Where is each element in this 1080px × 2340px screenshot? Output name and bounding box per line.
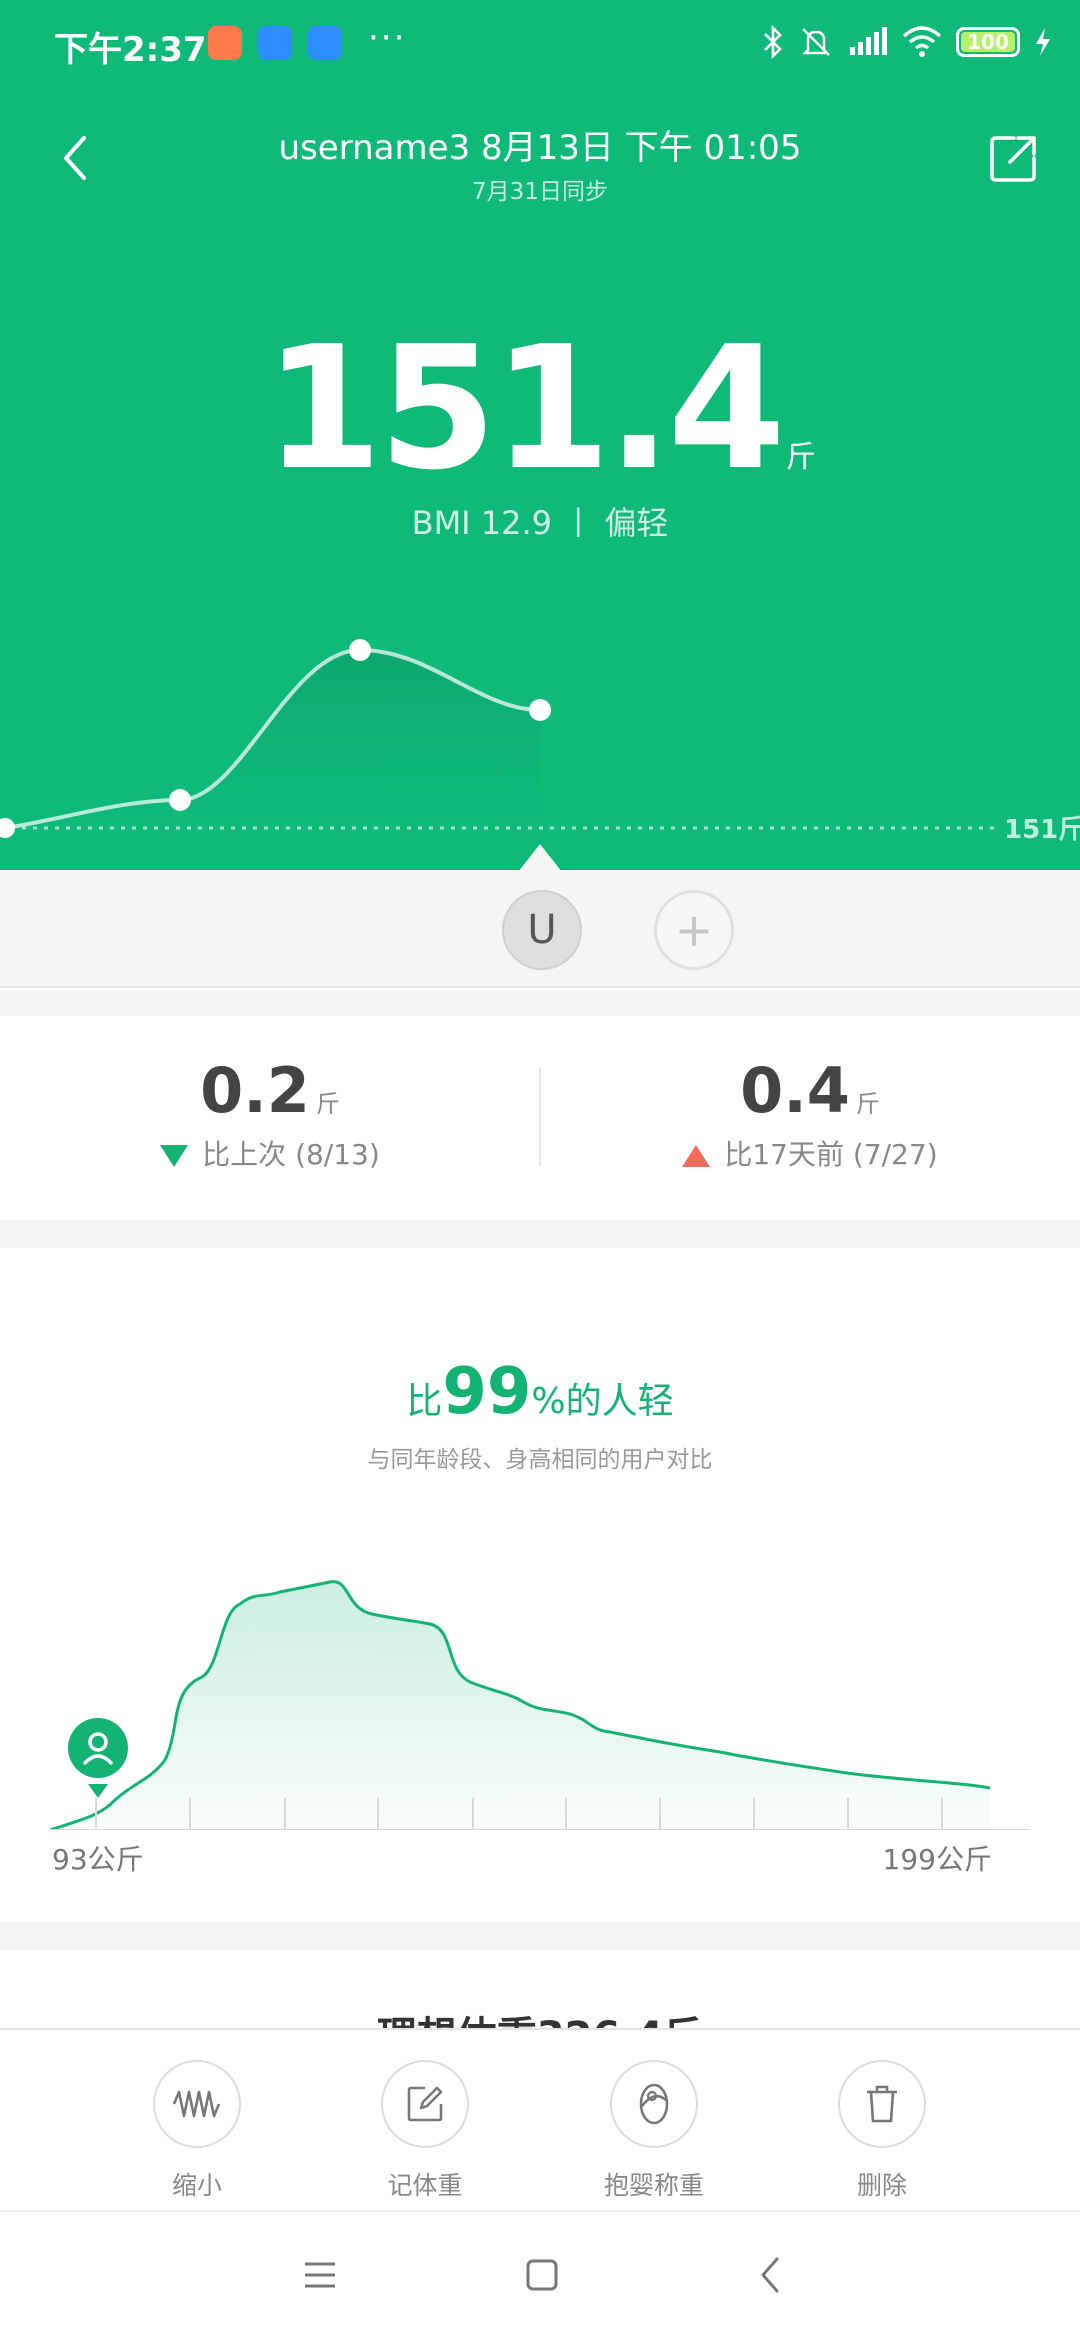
percentile-headline: 比99%的人轻: [0, 1355, 1080, 1429]
bmi-status: BMI 12.9 丨 偏轻: [411, 504, 669, 542]
distribution-min-label: 93公斤: [52, 1843, 144, 1876]
delete-button[interactable]: 删除: [812, 2060, 952, 2202]
compare-unit: 斤: [855, 1090, 880, 1118]
trend-point-selected[interactable]: [529, 699, 551, 721]
user-selector: U +: [0, 870, 1080, 988]
status-bar: 下午2:37 ··· 100: [0, 0, 1080, 90]
user-location-icon: [68, 1718, 128, 1798]
ideal-weight: 理想体重326.4斤: [0, 2004, 1080, 2028]
share-icon[interactable]: [988, 132, 1040, 184]
home-icon[interactable]: [512, 2250, 572, 2300]
compare-number: 0.2: [200, 1054, 310, 1127]
messenger-icon: [308, 26, 342, 60]
charging-icon: [1036, 28, 1050, 56]
status-time: 下午2:37: [54, 30, 207, 70]
compare-text: 比上次 (8/13): [202, 1138, 380, 1171]
user-avatar[interactable]: U: [502, 890, 582, 970]
distribution-max-label: 199公斤: [882, 1843, 992, 1876]
compare-label: 比17天前 (7/27): [540, 1133, 1080, 1173]
back-nav-icon[interactable]: [740, 2250, 800, 2300]
bluetooth-icon: [764, 25, 782, 59]
wave-icon: [153, 2060, 241, 2148]
toolbar-label: 删除: [856, 2171, 907, 2200]
compare-17-days: 0.4 斤 比17天前 (7/27): [540, 1018, 1080, 1218]
compare-value: 0.2 斤: [0, 1054, 540, 1127]
baby-icon: [610, 2060, 698, 2148]
wifi-icon: [902, 26, 942, 57]
signal-icon: [850, 27, 887, 55]
percentile-prefix: 比: [406, 1381, 443, 1422]
toolbar-label: 抱婴称重: [603, 2171, 704, 2200]
battery-level: 100: [967, 30, 1009, 54]
distribution-area: [50, 1581, 990, 1830]
compare-value: 0.4 斤: [540, 1054, 1080, 1127]
mute-icon: [802, 28, 830, 56]
zoom-out-button[interactable]: 缩小: [127, 2060, 267, 2202]
trend-point[interactable]: [169, 789, 191, 811]
percentile-value: 99: [442, 1355, 532, 1429]
trash-icon: [838, 2060, 926, 2148]
action-toolbar: 缩小 记体重 抱婴称重 删除: [0, 2028, 1080, 2212]
baseline-label: 151斤: [1004, 815, 1080, 845]
compare-label: 比上次 (8/13): [0, 1133, 540, 1173]
record-title: username3 8月13日 下午 01:05: [278, 128, 802, 168]
more-notifications-icon: ···: [368, 18, 407, 58]
divider: [0, 1922, 1080, 1950]
toolbar-label: 缩小: [171, 2171, 222, 2200]
add-user-button[interactable]: +: [654, 890, 734, 970]
compare-number: 0.4: [740, 1054, 850, 1127]
edit-icon: [381, 2060, 469, 2148]
baby-weigh-button[interactable]: 抱婴称重: [584, 2060, 724, 2202]
percentile-suffix: %的人轻: [531, 1381, 674, 1422]
sync-date: 7月31日同步: [472, 179, 608, 205]
trend-point[interactable]: [349, 639, 371, 661]
record-weight-button[interactable]: 记体重: [355, 2060, 495, 2202]
weight-unit: 斤: [785, 440, 816, 475]
decrease-arrow-icon: [160, 1145, 189, 1167]
percentile-note: 与同年龄段、身高相同的用户对比: [367, 1447, 713, 1473]
battery-icon: 100: [956, 27, 1020, 57]
current-weight: 151.4 斤: [0, 310, 1080, 508]
menu-icon[interactable]: [290, 2250, 350, 2300]
weight-distribution-chart: [49, 1580, 1030, 1830]
compare-text: 比17天前 (7/27): [724, 1138, 938, 1171]
system-navigation-bar: [0, 2212, 1080, 2340]
increase-arrow-icon: [682, 1145, 711, 1167]
compare-last: 0.2 斤 比上次 (8/13): [0, 1018, 540, 1218]
weight-value: 151.4: [264, 310, 786, 508]
messenger-icon: [258, 26, 292, 60]
mi-store-icon: [208, 26, 242, 60]
divider: [0, 1220, 1080, 1248]
divider: [0, 990, 1080, 1016]
toolbar-label: 记体重: [387, 2171, 463, 2200]
weight-trend-chart[interactable]: 151斤: [0, 600, 1080, 872]
compare-unit: 斤: [315, 1090, 340, 1118]
